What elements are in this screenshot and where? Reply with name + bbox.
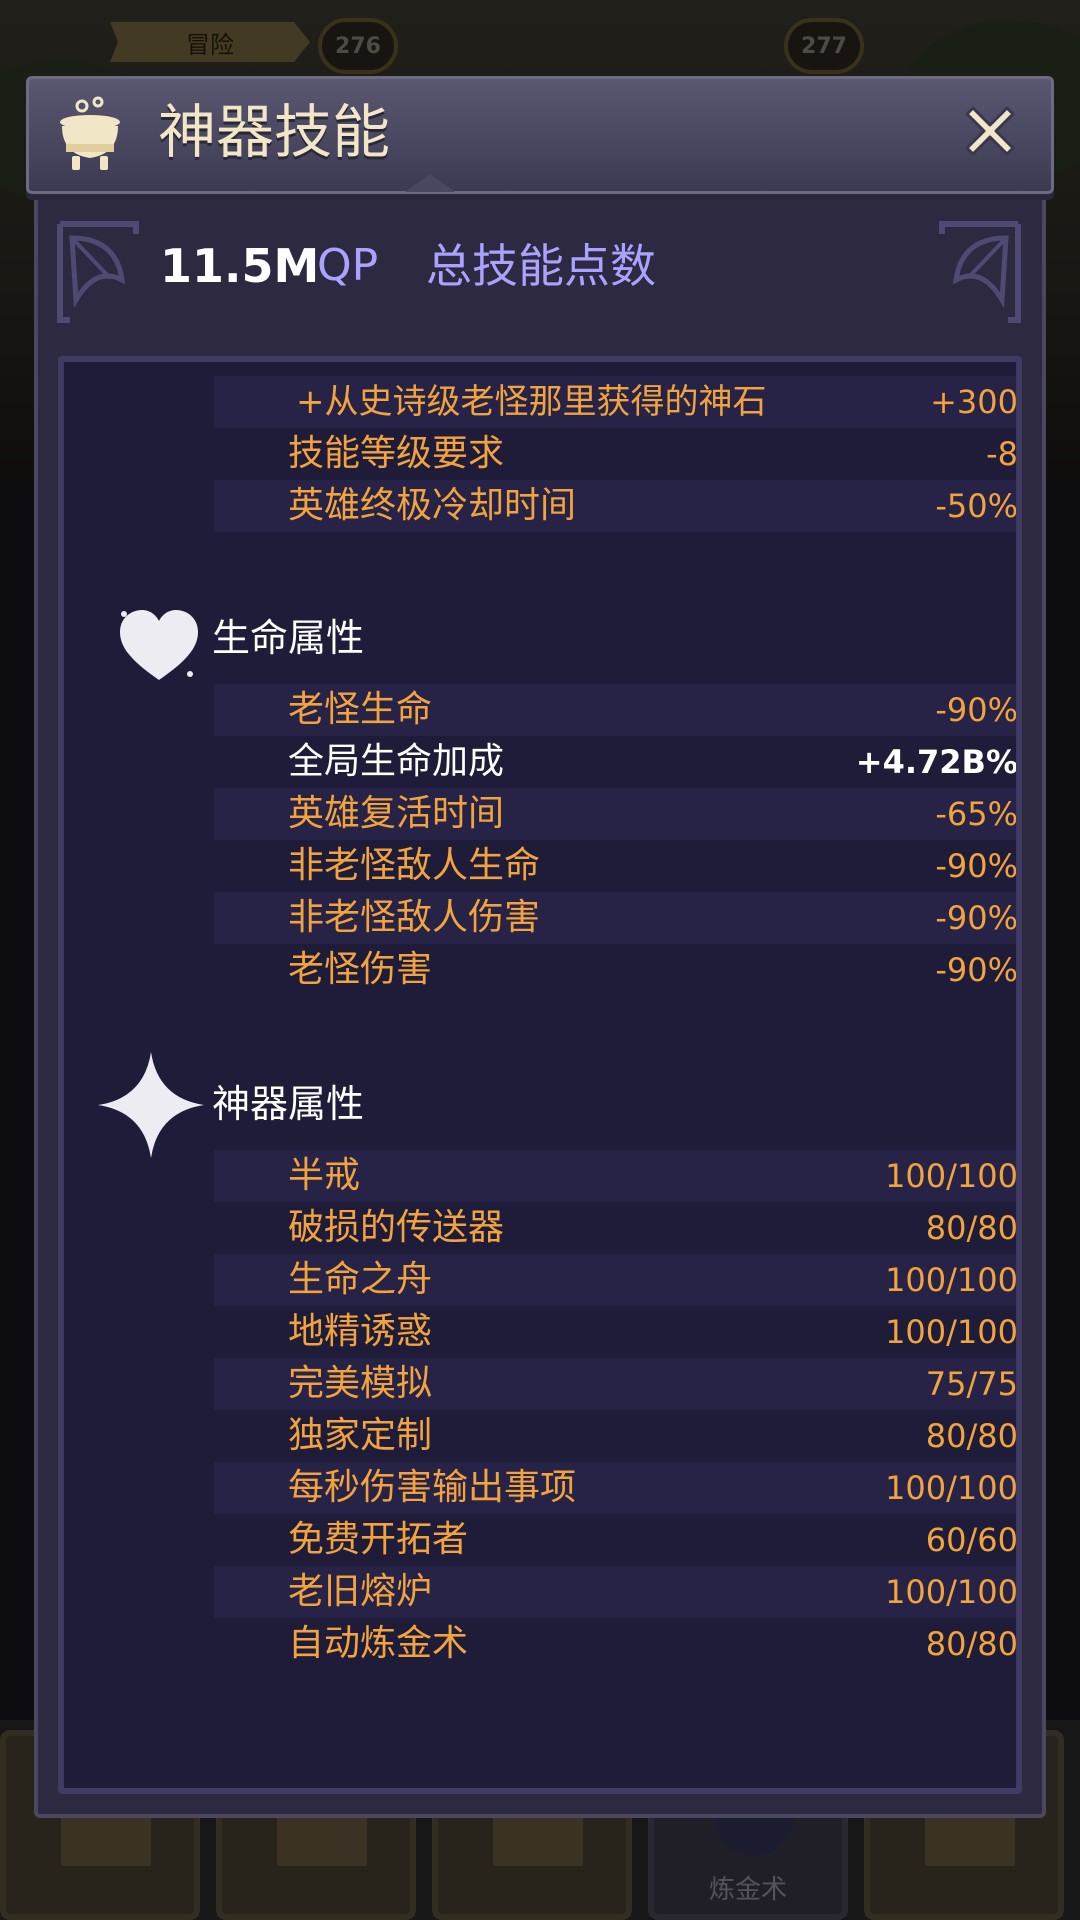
stat-label: 地精诱惑 <box>288 1311 433 1352</box>
stat-label: 破损的传送器 <box>288 1207 505 1248</box>
stat-value: -90% <box>935 899 1018 937</box>
stat-value: 100/100 <box>885 1261 1018 1299</box>
stat-row: 破损的传送器 80/80 <box>214 1202 1018 1254</box>
corner-ornament-icon <box>939 221 1021 323</box>
stat-row: 技能等级要求 -8 <box>214 428 1018 480</box>
stat-label: 英雄复活时间 <box>288 793 505 834</box>
stat-row: 完美模拟 75/75 <box>214 1358 1018 1410</box>
sparkle-icon <box>98 1052 204 1158</box>
artifact-section-title: 神器属性 <box>212 1082 365 1126</box>
stat-label: 每秒伤害输出事项 <box>288 1467 577 1508</box>
cauldron-icon <box>60 96 120 170</box>
stat-label: 全局生命加成 <box>288 741 505 782</box>
stat-value: 75/75 <box>925 1365 1018 1403</box>
stat-label: 非老怪敌人伤害 <box>288 897 541 938</box>
stat-label: 生命之舟 <box>288 1259 433 1300</box>
stat-row: 独家定制 80/80 <box>214 1410 1018 1462</box>
stat-value: -65% <box>935 795 1018 833</box>
qp-unit: QP <box>317 240 379 291</box>
stat-row: 英雄终极冷却时间 -50% <box>214 480 1018 532</box>
stat-value: -50% <box>935 487 1018 525</box>
stat-row: 自动炼金术 80/80 <box>214 1618 1018 1670</box>
stat-label: 老怪伤害 <box>288 949 433 990</box>
stat-value: 100/100 <box>885 1313 1018 1351</box>
stat-label: 完美模拟 <box>288 1363 433 1404</box>
stat-value: -90% <box>935 691 1018 729</box>
stat-value: 100/100 <box>885 1157 1018 1195</box>
stat-label: +从史诗级老怪那里获得的神石 <box>296 382 767 422</box>
stat-label: 自动炼金术 <box>288 1623 469 1664</box>
stat-label: 免费开拓者 <box>288 1519 469 1560</box>
stat-row: 老旧熔炉 100/100 <box>214 1566 1018 1618</box>
stat-value: 80/80 <box>925 1209 1018 1247</box>
heart-icon <box>120 610 198 680</box>
stat-value: 80/80 <box>925 1417 1018 1455</box>
stat-value: -90% <box>935 951 1018 989</box>
corner-ornament-icon <box>57 221 139 323</box>
stat-label: 非老怪敌人生命 <box>288 845 541 886</box>
stat-row: 全局生命加成 +4.72B% <box>214 736 1018 788</box>
stat-value: 80/80 <box>925 1625 1018 1663</box>
stat-value: 100/100 <box>885 1469 1018 1507</box>
stat-value: +300 <box>930 383 1018 421</box>
stat-row: +从史诗级老怪那里获得的神石 +300 <box>214 376 1018 428</box>
stats-list-panel[interactable]: +从史诗级老怪那里获得的神石 +300 技能等级要求 -8 英雄终极冷却时间 -… <box>58 356 1022 1794</box>
stat-label: 英雄终极冷却时间 <box>288 485 577 526</box>
stat-value: 60/60 <box>925 1521 1018 1559</box>
qp-label: 总技能点数 <box>426 239 656 293</box>
stat-row: 老怪伤害 -90% <box>214 944 1018 996</box>
stat-row: 每秒伤害输出事项 100/100 <box>214 1462 1018 1514</box>
stat-label: 老旧熔炉 <box>288 1571 433 1612</box>
stat-row: 老怪生命 -90% <box>214 684 1018 736</box>
stat-value: -90% <box>935 847 1018 885</box>
stat-row: 免费开拓者 60/60 <box>214 1514 1018 1566</box>
stat-label: 半戒 <box>288 1155 361 1196</box>
stat-row: 生命之舟 100/100 <box>214 1254 1018 1306</box>
stat-row: 非老怪敌人生命 -90% <box>214 840 1018 892</box>
stat-row: 非老怪敌人伤害 -90% <box>214 892 1018 944</box>
qp-value: 11.5M <box>160 239 320 293</box>
stat-row: 地精诱惑 100/100 <box>214 1306 1018 1358</box>
stat-label: 老怪生命 <box>288 689 433 730</box>
stat-value: -8 <box>986 435 1018 473</box>
stat-label: 独家定制 <box>288 1415 433 1456</box>
stat-row: 半戒 100/100 <box>214 1150 1018 1202</box>
life-section-title: 生命属性 <box>212 616 365 660</box>
stat-row: 英雄复活时间 -65% <box>214 788 1018 840</box>
close-icon[interactable] <box>955 96 1025 166</box>
modal-title: 神器技能 <box>158 98 391 166</box>
stat-value: 100/100 <box>885 1573 1018 1611</box>
stat-label: 技能等级要求 <box>288 433 505 474</box>
stat-value: +4.72B% <box>855 743 1018 781</box>
